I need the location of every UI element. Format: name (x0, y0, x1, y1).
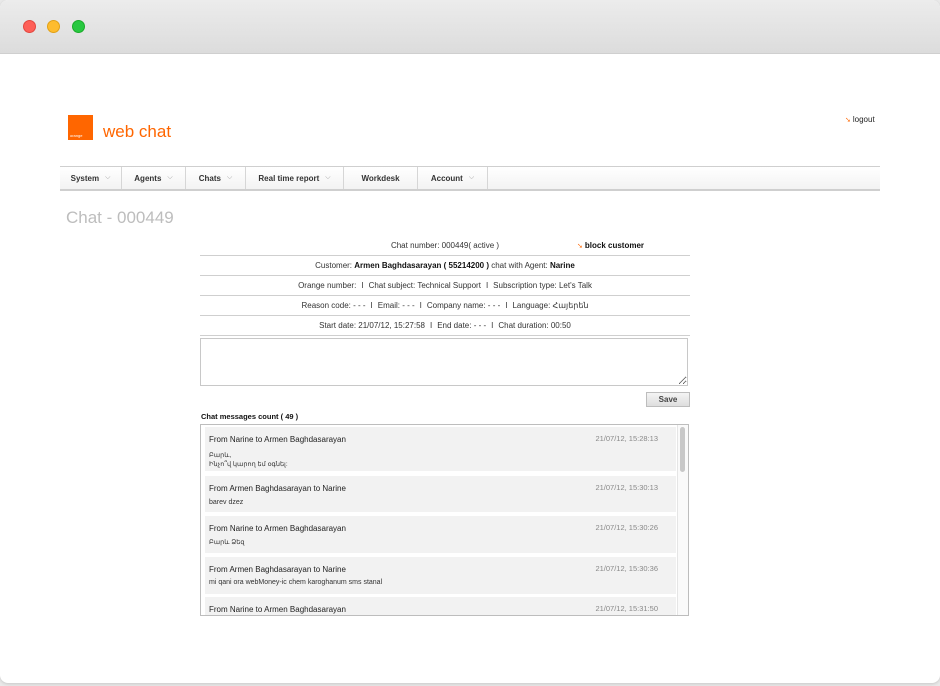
reason-row: Reason code: - - - I Email: - - - I Company … (200, 296, 690, 316)
chat-number-row: Chat number: 000449( active ) ➘ block cus… (200, 236, 690, 256)
customer-label: Customer: (315, 261, 353, 270)
message-time: 21/07/12, 15:30:13 (595, 483, 658, 492)
message-time: 21/07/12, 15:28:13 (595, 434, 658, 443)
language: Language: Հայերեն (512, 301, 589, 310)
menu-item-label: Agents (134, 173, 162, 183)
message-line: Բարև, (209, 452, 232, 459)
menu-item-chats[interactable]: Chats ⌵ (186, 167, 246, 189)
company-name: Company name: - - - (426, 301, 501, 310)
email: Email: - - - (377, 301, 415, 310)
logout-label: logout (852, 115, 875, 124)
date-row: Start date: 21/07/12, 15:27:58 I End date:… (200, 316, 690, 336)
message-item: From Armen Baghdasarayan to Narine 21/07… (205, 557, 676, 594)
logout-link[interactable]: ➘ logout (845, 115, 875, 124)
chat-subject: Chat subject: Technical Support (368, 281, 481, 290)
arrow-icon: ➘ (577, 242, 583, 250)
message-from: From Armen Baghdasarayan to Narine (209, 565, 346, 574)
menu-item-label: System (70, 173, 100, 183)
message-body: Բարև, Ինչո՞վ կարող եմ օգնել: (209, 451, 288, 469)
menu-item-real-time-report[interactable]: Real time report ⌵ (246, 167, 344, 189)
note-textarea[interactable] (200, 338, 688, 386)
message-line: mi qani ora webMoney-ic chem karoghanum … (209, 579, 383, 586)
separator: I (429, 321, 433, 330)
chevron-down-icon: ⌵ (226, 174, 233, 181)
chat-info-panel: Chat number: 000449( active ) ➘ block cus… (200, 236, 690, 336)
message-item: From Armen Baghdasarayan to Narine 21/07… (205, 476, 676, 512)
message-line: Բարև Ձեզ (209, 539, 245, 546)
chat-duration: Chat duration: 00:50 (498, 321, 571, 330)
message-body: mi qani ora webMoney-ic chem karoghanum … (209, 578, 382, 587)
messages-list[interactable]: From Narine to Armen Baghdasarayan 21/07… (200, 424, 689, 616)
message-item: From Narine to Armen Baghdasarayan 21/07… (205, 516, 676, 553)
agent-name: Narine (549, 261, 575, 270)
block-customer-link[interactable]: ➘ block customer (577, 236, 644, 255)
menu-item-account[interactable]: Account ⌵ (418, 167, 488, 189)
save-button[interactable]: Save (646, 392, 690, 407)
message-item: From Narine to Armen Baghdasarayan 21/07… (205, 427, 676, 471)
menu-item-label: Chats (198, 173, 221, 183)
page-title: Chat - 000449 (66, 208, 174, 227)
message-line: barev dzez (209, 499, 244, 506)
chevron-down-icon: ⌵ (167, 174, 173, 181)
logo-text: orange (70, 133, 83, 138)
messages-count: Chat messages count ( 49 ) (201, 412, 299, 421)
menu-item-system[interactable]: System ⌵ (60, 167, 122, 189)
maximize-window-button[interactable] (72, 20, 85, 33)
separator: I (485, 281, 489, 290)
message-from: From Narine to Armen Baghdasarayan (209, 524, 346, 533)
scrollbar-thumb[interactable] (680, 427, 685, 472)
message-body: barev dzez (209, 498, 243, 507)
chat-number-label: Chat number: (390, 241, 440, 250)
separator: I (491, 321, 494, 330)
orange-logo: orange (68, 115, 93, 140)
menu-item-agents[interactable]: Agents ⌵ (122, 167, 186, 189)
reason-code: Reason code: - - - (301, 301, 366, 310)
customer-name: Armen Baghdasarayan ( 55214200 ) (354, 261, 489, 270)
chat-status: ( active ) (468, 241, 500, 250)
message-time: 21/07/12, 15:30:36 (595, 564, 658, 573)
menu-item-label: Account (430, 173, 463, 183)
message-from: From Narine to Armen Baghdasarayan (209, 605, 346, 614)
window-titlebar (0, 0, 940, 54)
block-customer-label: block customer (584, 241, 645, 250)
message-item: From Narine to Armen Baghdasarayan 21/07… (205, 597, 676, 615)
message-from: From Armen Baghdasarayan to Narine (209, 484, 346, 493)
message-from: From Narine to Armen Baghdasarayan (209, 435, 346, 444)
orange-number: Orange number: (298, 281, 357, 290)
menu-item-label: Real time report (258, 173, 320, 183)
subscription-type: Subscription type: Let's Talk (493, 281, 592, 290)
main-menu: System ⌵ Agents ⌵ Chats ⌵ Real time report ⌵… (60, 166, 880, 191)
separator: I (419, 301, 422, 310)
menu-item-workdesk[interactable]: Workdesk (344, 167, 418, 189)
messages-scrollbar[interactable] (677, 425, 688, 615)
message-time: 21/07/12, 15:30:26 (595, 523, 658, 532)
message-body: Բարև Ձեզ (209, 538, 245, 547)
agent-label: chat with Agent: (491, 261, 548, 270)
minimize-window-button[interactable] (47, 20, 60, 33)
arrow-icon: ➘ (845, 117, 851, 124)
browser-window: orange web chat ➘ logout System ⌵ Agents ⌵ … (0, 0, 940, 683)
chevron-down-icon: ⌵ (468, 174, 475, 181)
chevron-down-icon: ⌵ (325, 174, 331, 181)
start-date: Start date: 21/07/12, 15:27:58 (319, 321, 425, 330)
chat-number-value: 000449 (441, 241, 469, 250)
end-date: End date: - - - (437, 321, 487, 330)
close-window-button[interactable] (23, 20, 36, 33)
separator: I (505, 301, 508, 310)
message-time: 21/07/12, 15:31:50 (595, 604, 658, 613)
message-line: Ինչո՞վ կարող եմ օգնել: (209, 461, 288, 468)
menu-item-label: Workdesk (361, 173, 400, 183)
customer-row: Customer: Armen Baghdasarayan ( 55214200… (200, 256, 690, 276)
app-name: web chat (103, 122, 172, 141)
separator: I (361, 281, 364, 290)
separator: I (370, 301, 373, 310)
chevron-down-icon: ⌵ (105, 174, 111, 181)
subject-row: Orange number: I Chat subject: Technical S… (200, 276, 690, 296)
